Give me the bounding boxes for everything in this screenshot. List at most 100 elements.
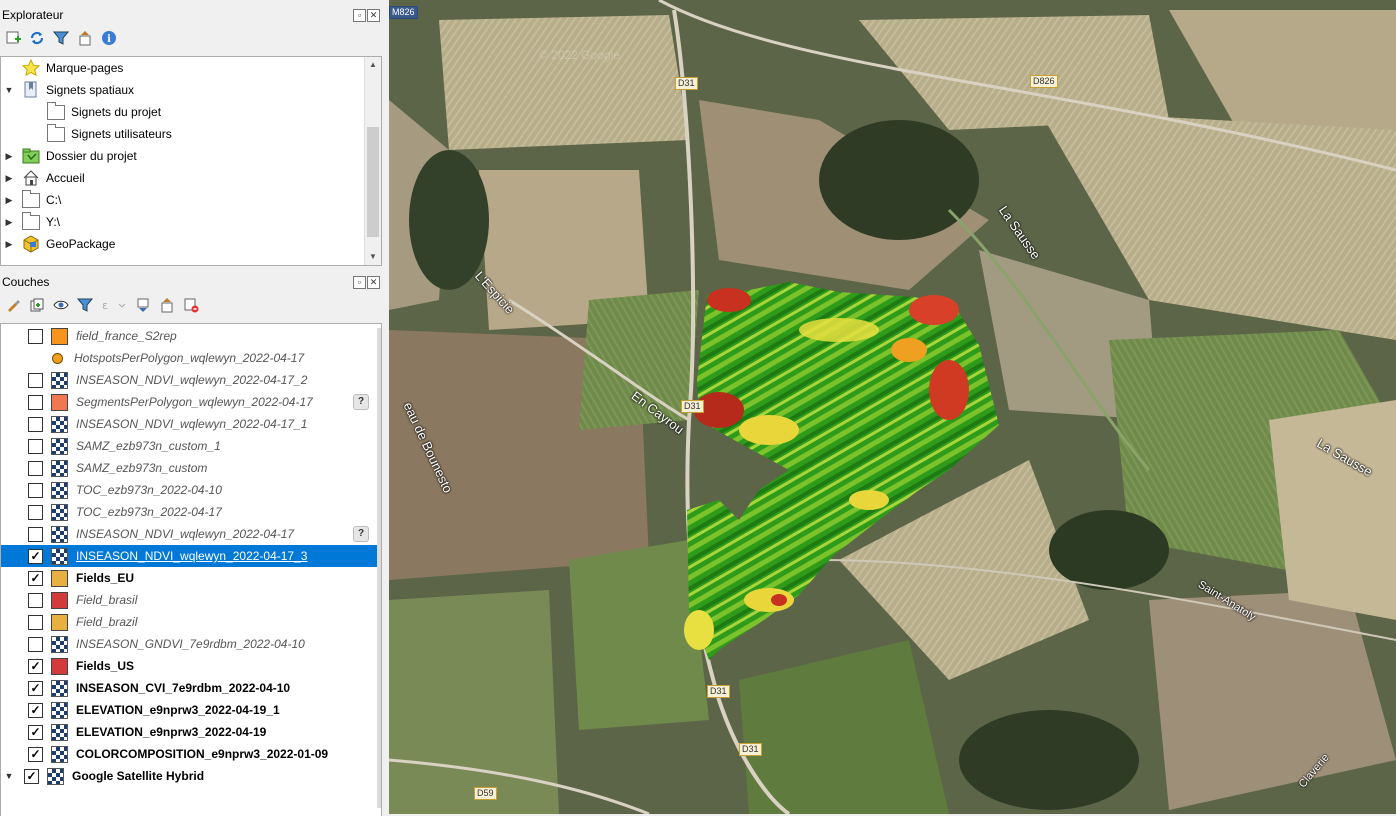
layer-item[interactable]: field_france_S2rep: [1, 325, 381, 347]
collapse-arrow-icon[interactable]: ▼: [4, 85, 14, 95]
remove-layer-icon[interactable]: [182, 296, 200, 314]
layer-item[interactable]: SAMZ_ezb973n_custom_1: [1, 435, 381, 457]
layer-visibility-checkbox[interactable]: [28, 372, 43, 388]
layer-visibility-checkbox[interactable]: [28, 416, 43, 432]
layer-visibility-checkbox[interactable]: [28, 328, 43, 344]
explorer-panel: Explorateur ▫ ✕ i Marque-pages ▼ Signets s…: [0, 6, 386, 266]
layer-item[interactable]: INSEASON_NDVI_wqlewyn_2022-04-17?: [1, 523, 381, 545]
explorer-item[interactable]: ▶ C:\: [1, 189, 381, 211]
road-label: D31: [739, 743, 762, 756]
map-canvas[interactable]: M826 D31 D826 D31 D31 D31 D59 La Sausse …: [389, 0, 1396, 814]
layer-item[interactable]: ✓ ELEVATION_e9nprw3_2022-04-19: [1, 721, 381, 743]
layer-visibility-checkbox[interactable]: ✓: [28, 658, 43, 674]
question-icon[interactable]: ?: [353, 526, 369, 542]
layer-visibility-checkbox[interactable]: [28, 592, 43, 608]
layer-item[interactable]: TOC_ezb973n_2022-04-10: [1, 479, 381, 501]
collapse-all-icon[interactable]: [158, 296, 176, 314]
float-panel-button[interactable]: ▫: [353, 9, 366, 22]
expand-arrow-icon[interactable]: ▶: [4, 239, 14, 250]
layer-name: INSEASON_CVI_7e9rdbm_2022-04-10: [76, 681, 291, 695]
filter-icon[interactable]: [52, 29, 70, 47]
layer-visibility-checkbox[interactable]: ✓: [28, 702, 43, 718]
layers-scrollbar[interactable]: [377, 324, 381, 816]
explorer-item[interactable]: ▼ Signets spatiaux: [1, 79, 381, 101]
filter-legend-icon[interactable]: [76, 296, 94, 314]
layer-visibility-checkbox[interactable]: ✓: [28, 548, 43, 564]
layer-item[interactable]: ▼ ✓ Google Satellite Hybrid: [1, 765, 381, 787]
layer-visibility-checkbox[interactable]: ✓: [28, 570, 43, 586]
layer-visibility-checkbox[interactable]: [28, 460, 43, 476]
explorer-item[interactable]: ▶ GeoPackage: [1, 233, 381, 255]
layer-item[interactable]: SAMZ_ezb973n_custom: [1, 457, 381, 479]
folder-icon: [22, 189, 40, 209]
explorer-item-partial: [1, 255, 381, 263]
expand-arrow-icon[interactable]: ▶: [4, 217, 14, 228]
explorer-item-label: Signets du projet: [71, 105, 162, 119]
layer-name: HotspotsPerPolygon_wqlewyn_2022-04-17: [74, 351, 305, 365]
folder-icon: [47, 101, 65, 121]
layer-visibility-checkbox[interactable]: [28, 482, 43, 498]
layer-visibility-checkbox[interactable]: [28, 526, 43, 542]
layer-item[interactable]: ✓ INSEASON_NDVI_wqlewyn_2022-04-17_3: [1, 545, 381, 567]
layer-item[interactable]: HotspotsPerPolygon_wqlewyn_2022-04-17: [1, 347, 381, 369]
layer-symbol-fill-icon: [51, 613, 68, 631]
raster-layer-icon: [51, 679, 68, 697]
explorer-item[interactable]: Marque-pages: [1, 57, 381, 79]
panel-splitter[interactable]: [0, 266, 386, 272]
expand-arrow-icon[interactable]: ▶: [4, 151, 14, 162]
road-label: D31: [681, 400, 704, 413]
layer-visibility-checkbox[interactable]: [28, 636, 43, 652]
layer-visibility-checkbox[interactable]: ✓: [28, 680, 43, 696]
expand-all-icon[interactable]: [134, 296, 152, 314]
explorer-item-label: C:\: [46, 193, 62, 207]
visibility-eye-icon[interactable]: [52, 296, 70, 314]
explorer-scrollbar[interactable]: ▲ ▼: [364, 57, 381, 265]
layer-visibility-checkbox[interactable]: [28, 614, 43, 630]
refresh-icon[interactable]: [28, 29, 46, 47]
layer-name: INSEASON_NDVI_wqlewyn_2022-04-17: [76, 527, 295, 541]
layer-visibility-checkbox[interactable]: [28, 438, 43, 454]
layer-name: TOC_ezb973n_2022-04-10: [76, 483, 222, 497]
layer-item[interactable]: INSEASON_GNDVI_7e9rdbm_2022-04-10: [1, 633, 381, 655]
explorer-item[interactable]: Signets du projet: [1, 101, 381, 123]
layer-visibility-checkbox[interactable]: ✓: [28, 746, 43, 762]
layer-item[interactable]: Field_brasil: [1, 589, 381, 611]
layer-item[interactable]: ✓ COLORCOMPOSITION_e9nprw3_2022-01-09: [1, 743, 381, 765]
layer-item[interactable]: Field_brazil: [1, 611, 381, 633]
explorer-item[interactable]: Signets utilisateurs: [1, 123, 381, 145]
explorer-item[interactable]: ▶ Y:\: [1, 211, 381, 233]
layer-name: COLORCOMPOSITION_e9nprw3_2022-01-09: [76, 747, 329, 761]
road-label: D31: [707, 685, 730, 698]
explorer-tree: Marque-pages ▼ Signets spatiaux Signets du …: [0, 56, 382, 266]
add-group-icon[interactable]: [28, 296, 46, 314]
layer-item[interactable]: ✓ INSEASON_CVI_7e9rdbm_2022-04-10: [1, 677, 381, 699]
float-panel-button[interactable]: ▫: [353, 276, 366, 289]
collapse-all-icon[interactable]: [76, 29, 94, 47]
layers-toolbar: ε: [0, 293, 386, 317]
layer-item[interactable]: SegmentsPerPolygon_wqlewyn_2022-04-17?: [1, 391, 381, 413]
layer-item[interactable]: INSEASON_NDVI_wqlewyn_2022-04-17_2: [1, 369, 381, 391]
layer-item[interactable]: ✓ Fields_EU: [1, 567, 381, 589]
raster-layer-icon: [51, 459, 68, 477]
layer-visibility-checkbox[interactable]: [28, 394, 43, 410]
layer-visibility-checkbox[interactable]: ✓: [28, 724, 43, 740]
project-folder-icon: [22, 147, 40, 165]
style-brush-icon[interactable]: [4, 296, 22, 314]
layer-visibility-checkbox[interactable]: ✓: [24, 768, 39, 784]
layer-item[interactable]: TOC_ezb973n_2022-04-17: [1, 501, 381, 523]
explorer-item[interactable]: ▶ Accueil: [1, 167, 381, 189]
close-panel-button[interactable]: ✕: [367, 9, 380, 22]
add-selected-layers-icon[interactable]: [4, 29, 22, 47]
layer-item[interactable]: ✓ Fields_US: [1, 655, 381, 677]
layer-name: SAMZ_ezb973n_custom_1: [76, 439, 221, 453]
close-panel-button[interactable]: ✕: [367, 276, 380, 289]
explorer-item[interactable]: ▶ Dossier du projet: [1, 145, 381, 167]
info-icon[interactable]: i: [100, 29, 118, 47]
layer-item[interactable]: ✓ ELEVATION_e9nprw3_2022-04-19_1: [1, 699, 381, 721]
layer-item[interactable]: INSEASON_NDVI_wqlewyn_2022-04-17_1: [1, 413, 381, 435]
expand-arrow-icon[interactable]: ▶: [4, 195, 14, 206]
collapse-arrow-icon[interactable]: ▼: [4, 771, 14, 781]
expand-arrow-icon[interactable]: ▶: [4, 173, 14, 184]
question-icon[interactable]: ?: [353, 394, 369, 410]
layer-visibility-checkbox[interactable]: [28, 504, 43, 520]
